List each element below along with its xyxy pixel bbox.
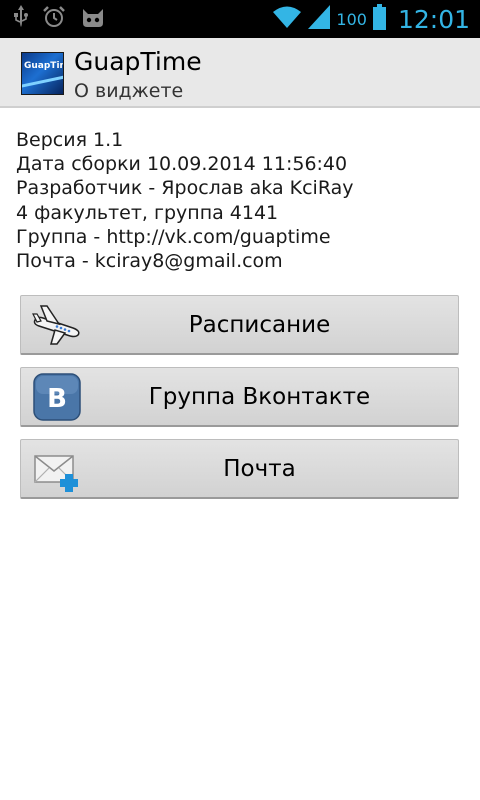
status-left [14,4,106,34]
mail-button-label: Почта [223,456,296,482]
group-link-text: Группа - http://vk.com/guaptime [16,225,331,248]
signal-icon [308,4,331,34]
app-icon-stripe [22,72,63,89]
status-right: 100 12:01 [272,0,470,38]
version-text: Версия 1.1 [16,129,124,151]
usb-icon [14,4,28,34]
app-icon-text: GuapTime [24,61,63,71]
wifi-icon [272,5,302,34]
email-text: Почта - kciray8@gmail.com [16,250,283,273]
status-bar: 100 12:01 [0,0,480,38]
alarm-icon [42,5,66,34]
schedule-button[interactable]: Расписание [20,295,459,355]
clock: 12:01 [397,4,470,34]
schedule-button-label: Расписание [188,312,331,338]
developer-text: Разработчик - Ярослав aka KciRay [16,177,354,200]
vk-group-button-label: Группа Вконтакте [148,384,371,410]
battery-level: 100 [336,9,367,29]
cyanogen-icon [80,5,106,34]
app-icon[interactable]: GuapTime [21,52,64,95]
build-date-text: Дата сборки 10.09.2014 11:56:40 [16,153,348,176]
faculty-text: 4 факультет, группа 4141 [16,201,279,224]
about-info: Версия 1.1 Дата сборки 10.09.2014 11:56:… [16,128,466,273]
app-title: GuapTime [74,47,202,76]
battery-icon [372,3,386,35]
action-bar: GuapTime GuapTime О виджете [0,38,480,108]
mail-button[interactable]: Почта [20,439,459,499]
app-subtitle: О виджете [74,80,184,102]
vk-group-button[interactable]: B Группа Вконтакте [20,367,459,427]
